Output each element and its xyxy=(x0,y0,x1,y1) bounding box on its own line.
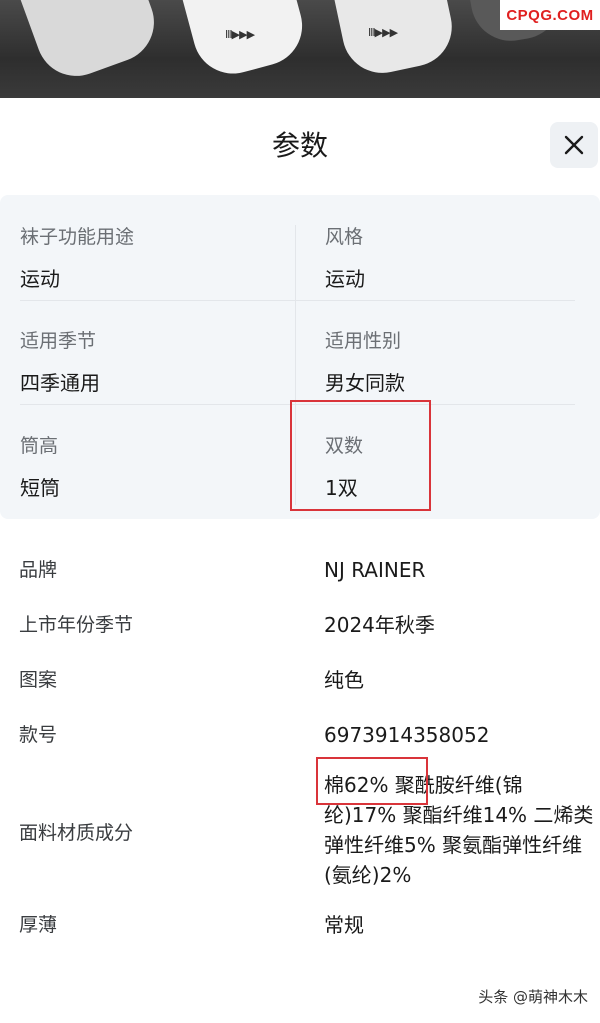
close-button[interactable] xyxy=(550,122,598,168)
param-label: 袜子功能用途 xyxy=(20,226,135,248)
sock-image xyxy=(14,0,166,88)
param-cell: 风格 运动 xyxy=(325,222,595,292)
sock-logo: ⅡI▶▶▶ xyxy=(225,28,255,41)
param-key: 款号 xyxy=(19,724,58,746)
param-label: 适用性别 xyxy=(325,330,402,352)
author-watermark: 头条 @萌神木木 xyxy=(478,988,588,1006)
param-key: 厚薄 xyxy=(19,914,58,936)
param-value: 运动 xyxy=(20,267,60,291)
param-cell: 袜子功能用途 运动 xyxy=(20,222,290,292)
divider xyxy=(20,300,575,301)
param-label: 适用季节 xyxy=(20,330,97,352)
param-key: 面料材质成分 xyxy=(19,822,134,844)
param-label: 筒高 xyxy=(20,435,59,457)
close-icon xyxy=(564,135,584,155)
param-value: 短筒 xyxy=(20,476,60,500)
sock-logo: ⅡI▶▶▶ xyxy=(368,26,398,39)
param-value: 纯色 xyxy=(324,668,364,692)
param-cell: 适用性别 男女同款 xyxy=(325,326,595,396)
annotation-box xyxy=(316,757,428,805)
param-value: 2024年秋季 xyxy=(324,613,435,637)
param-key: 图案 xyxy=(19,669,58,691)
sock-image xyxy=(330,0,460,81)
sock-image xyxy=(178,0,312,83)
param-value: 常规 xyxy=(324,913,364,937)
site-watermark: CPQG.COM xyxy=(500,0,600,30)
param-value: 6973914358052 xyxy=(324,723,490,747)
sheet-title: 参数 xyxy=(271,129,328,162)
param-value: 运动 xyxy=(325,267,365,291)
annotation-box xyxy=(290,400,431,511)
param-cell: 适用季节 四季通用 xyxy=(20,326,290,396)
param-key: 品牌 xyxy=(19,559,58,581)
param-row-fabric: 面料材质成分 棉62% 聚酰胺纤维(锦纶)17% 聚酯纤维14% 二烯类弹性纤维… xyxy=(0,770,600,890)
param-value: 男女同款 xyxy=(325,371,405,395)
param-cell: 筒高 短筒 xyxy=(20,431,290,501)
param-value: 四季通用 xyxy=(20,371,100,395)
param-label: 风格 xyxy=(325,226,364,248)
param-key: 上市年份季节 xyxy=(19,614,134,636)
params-sheet: 参数 袜子功能用途 运动 风格 运动 适用季节 四季通用 适用性别 男女同款 筒… xyxy=(0,98,600,1023)
param-value: NJ RAINER xyxy=(324,558,426,582)
